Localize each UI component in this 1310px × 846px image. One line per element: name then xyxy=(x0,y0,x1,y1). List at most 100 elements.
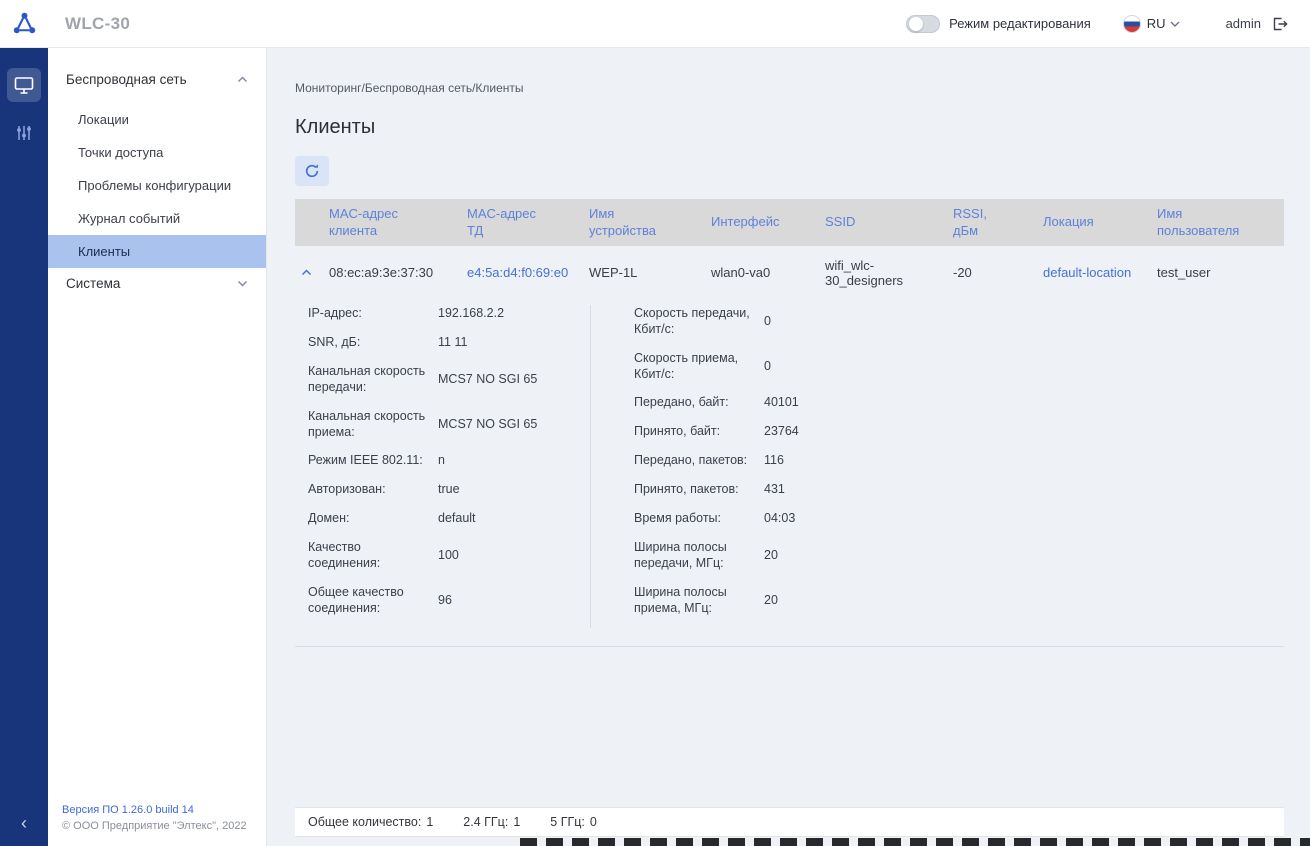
sidebar-item-config-problems[interactable]: Проблемы конфигурации xyxy=(48,169,266,202)
detail-value: true xyxy=(438,481,460,497)
client-details-panel: IP-адрес:192.168.2.2 SNR, дБ:11 11 Канал… xyxy=(295,299,1284,647)
cell-ap-mac-link[interactable]: e4:5a:d4:f0:69:e0 xyxy=(467,265,589,280)
detail-label: Скорость передачи, Кбит/с: xyxy=(634,305,764,338)
logout-button[interactable] xyxy=(1271,16,1288,32)
detail-value: 11 11 xyxy=(438,334,467,350)
detail-label: Качество соединения: xyxy=(308,539,438,572)
detail-row: Передано, пакетов:116 xyxy=(634,452,1010,469)
detail-value: 192.168.2.2 xyxy=(438,305,504,321)
detail-row: Ширина полосы передачи, МГц:20 xyxy=(634,539,1010,572)
cell-username: test_user xyxy=(1157,265,1284,280)
detail-row: Режим IEEE 802.11:n xyxy=(308,452,590,469)
detail-label: Канальная скорость передачи: xyxy=(308,363,438,396)
rail-item-management[interactable] xyxy=(7,116,41,150)
table-row: 08:ec:a9:3e:37:30 e4:5a:d4:f0:69:e0 WEP-… xyxy=(295,246,1284,299)
detail-value: 0 xyxy=(764,313,771,329)
summary-24ghz: 2.4 ГГц: 1 xyxy=(463,815,520,829)
detail-value: 40101 xyxy=(764,394,799,410)
summary-5ghz: 5 ГГц: 0 xyxy=(550,815,597,829)
cell-device-name: WEP-1L xyxy=(589,265,711,280)
detail-row: SNR, дБ:11 11 xyxy=(308,334,590,351)
sliders-icon xyxy=(15,124,33,142)
refresh-button[interactable] xyxy=(295,156,329,186)
detail-value: 96 xyxy=(438,592,452,608)
detail-row: Принято, байт:23764 xyxy=(634,423,1010,440)
detail-row: Канальная скорость передачи:MCS7 NO SGI … xyxy=(308,363,590,396)
detail-row: Принято, пакетов:431 xyxy=(634,481,1010,498)
sidebar-item-event-log[interactable]: Журнал событий xyxy=(48,202,266,235)
detail-row: Ширина полосы приема, МГц:20 xyxy=(634,584,1010,617)
cell-rssi: -20 xyxy=(953,265,1043,280)
rail-item-monitoring[interactable] xyxy=(7,68,41,102)
sidebar-section-system[interactable]: Система xyxy=(48,276,266,291)
detail-label: Домен: xyxy=(308,510,438,526)
detail-value: 04:03 xyxy=(764,510,795,526)
app-title: WLC-30 xyxy=(65,14,130,34)
cell-interface: wlan0-va0 xyxy=(711,265,825,280)
detail-label: Время работы: xyxy=(634,510,764,526)
app-logo xyxy=(0,0,48,48)
col-header-interface: Интерфейс xyxy=(711,214,825,231)
sidebar-item-clients[interactable]: Клиенты xyxy=(48,235,266,268)
col-header-ssid: SSID xyxy=(825,214,953,231)
detail-row: Время работы:04:03 xyxy=(634,510,1010,527)
detail-value: 20 xyxy=(764,547,778,563)
detail-row: Передано, байт:40101 xyxy=(634,394,1010,411)
detail-label: Передано, пакетов: xyxy=(634,452,764,468)
detail-label: Скорость приема, Кбит/с: xyxy=(634,350,764,383)
language-label: RU xyxy=(1147,16,1166,31)
top-header: WLC-30 Режим редактирования RU admin xyxy=(0,0,1310,48)
detail-row: Скорость передачи, Кбит/с:0 xyxy=(634,305,1010,338)
edit-mode-label: Режим редактирования xyxy=(949,16,1091,31)
chevron-up-icon xyxy=(237,76,248,83)
detail-label: Авторизован: xyxy=(308,481,438,497)
toggle-knob xyxy=(909,17,923,31)
detail-label: Ширина полосы приема, МГц: xyxy=(634,584,764,617)
chevron-up-icon xyxy=(301,269,312,276)
detail-row: Скорость приема, Кбит/с:0 xyxy=(634,350,1010,383)
detail-row: Качество соединения:100 xyxy=(308,539,590,572)
col-header-username: Имя пользователя xyxy=(1157,206,1263,240)
detail-label: Режим IEEE 802.11: xyxy=(308,452,438,468)
col-header-rssi: RSSI, дБм xyxy=(953,206,1005,240)
chevron-down-icon xyxy=(237,280,248,287)
russia-flag-icon xyxy=(1123,15,1141,33)
cell-ssid: wifi_wlc-30_designers xyxy=(825,258,953,288)
detail-label: Общее качество соединения: xyxy=(308,584,438,617)
main-content: Мониторинг/Беспроводная сеть/Клиенты Кли… xyxy=(267,48,1310,846)
chevron-down-icon xyxy=(1170,21,1180,27)
summary-5ghz-label: 5 ГГц: xyxy=(550,815,585,829)
row-collapse-button[interactable] xyxy=(295,269,329,276)
sidebar-item-access-points[interactable]: Точки доступа xyxy=(48,136,266,169)
detail-row: Канальная скорость приема:MCS7 NO SGI 65 xyxy=(308,408,590,441)
summary-24ghz-value: 1 xyxy=(513,815,520,829)
edit-mode-toggle[interactable] xyxy=(906,15,940,33)
language-selector[interactable]: RU xyxy=(1147,16,1180,31)
sidebar-section-wireless[interactable]: Беспроводная сеть xyxy=(48,72,266,87)
detail-row: Общее качество соединения:96 xyxy=(308,584,590,617)
logout-icon xyxy=(1271,16,1288,32)
monitor-icon xyxy=(14,76,34,95)
detail-label: Канальная скорость приема: xyxy=(308,408,438,441)
detail-label: Принято, байт: xyxy=(634,423,764,439)
summary-total: Общее количество: 1 xyxy=(308,815,433,829)
detail-label: Принято, пакетов: xyxy=(634,481,764,497)
detail-label: Передано, байт: xyxy=(634,394,764,410)
detail-label: SNR, дБ: xyxy=(308,334,438,350)
detail-value: MCS7 NO SGI 65 xyxy=(438,416,537,432)
detail-row: Домен:default xyxy=(308,510,590,527)
eltex-logo-icon xyxy=(11,10,38,37)
col-header-ap-mac: MAC-адрес ТД xyxy=(467,206,561,240)
section-label: Беспроводная сеть xyxy=(66,72,187,87)
cell-client-mac: 08:ec:a9:3e:37:30 xyxy=(329,265,467,280)
firmware-version-link[interactable]: Версия ПО 1.26.0 build 14 xyxy=(62,804,254,816)
page-title: Клиенты xyxy=(295,116,1284,139)
detail-value: 23764 xyxy=(764,423,799,439)
detail-row: IP-адрес:192.168.2.2 xyxy=(308,305,590,322)
col-header-client-mac: MAC-адрес клиента xyxy=(329,206,423,240)
sidebar-item-locations[interactable]: Локации xyxy=(48,103,266,136)
sidebar-collapse-button[interactable]: ‹ xyxy=(21,814,27,832)
cell-location-link[interactable]: default-location xyxy=(1043,265,1157,280)
details-right-column: Скорость передачи, Кбит/с:0 Скорость при… xyxy=(590,305,1010,628)
col-header-location: Локация xyxy=(1043,214,1157,231)
